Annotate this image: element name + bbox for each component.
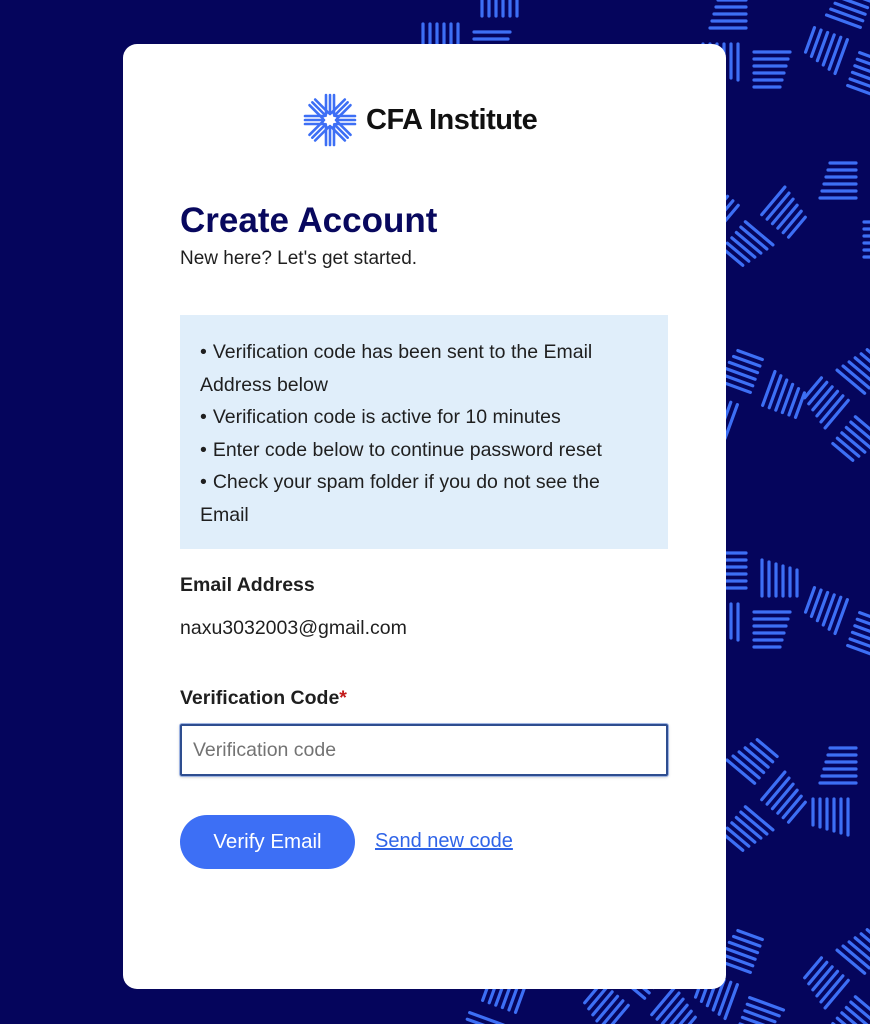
email-value: naxu3032003@gmail.com: [180, 617, 407, 639]
verification-code-label-text: Verification Code: [180, 687, 340, 709]
create-account-card: CFA Institute Create Account New here? L…: [123, 44, 726, 989]
info-item: Check your spam folder if you do not see…: [200, 466, 648, 531]
verify-email-button[interactable]: Verify Email: [180, 815, 355, 869]
verification-code-input[interactable]: [180, 724, 668, 776]
email-label: Email Address: [180, 574, 315, 596]
brand-name: CFA Institute: [366, 103, 538, 136]
info-item: Enter code below to continue password re…: [200, 434, 648, 467]
info-item: Verification code is active for 10 minut…: [200, 401, 648, 434]
send-new-code-link[interactable]: Send new code: [375, 830, 513, 853]
required-indicator: *: [339, 687, 347, 709]
info-item: Verification code has been sent to the E…: [200, 336, 648, 401]
info-panel: Verification code has been sent to the E…: [180, 315, 668, 549]
page-subtitle: New here? Let's get started.: [180, 248, 418, 269]
cfa-starburst-icon: [303, 93, 357, 147]
page-title: Create Account: [180, 201, 438, 240]
info-list: Verification code has been sent to the E…: [200, 336, 648, 532]
verification-code-label: Verification Code*: [180, 687, 347, 710]
brand-logo: CFA Institute: [303, 92, 538, 148]
